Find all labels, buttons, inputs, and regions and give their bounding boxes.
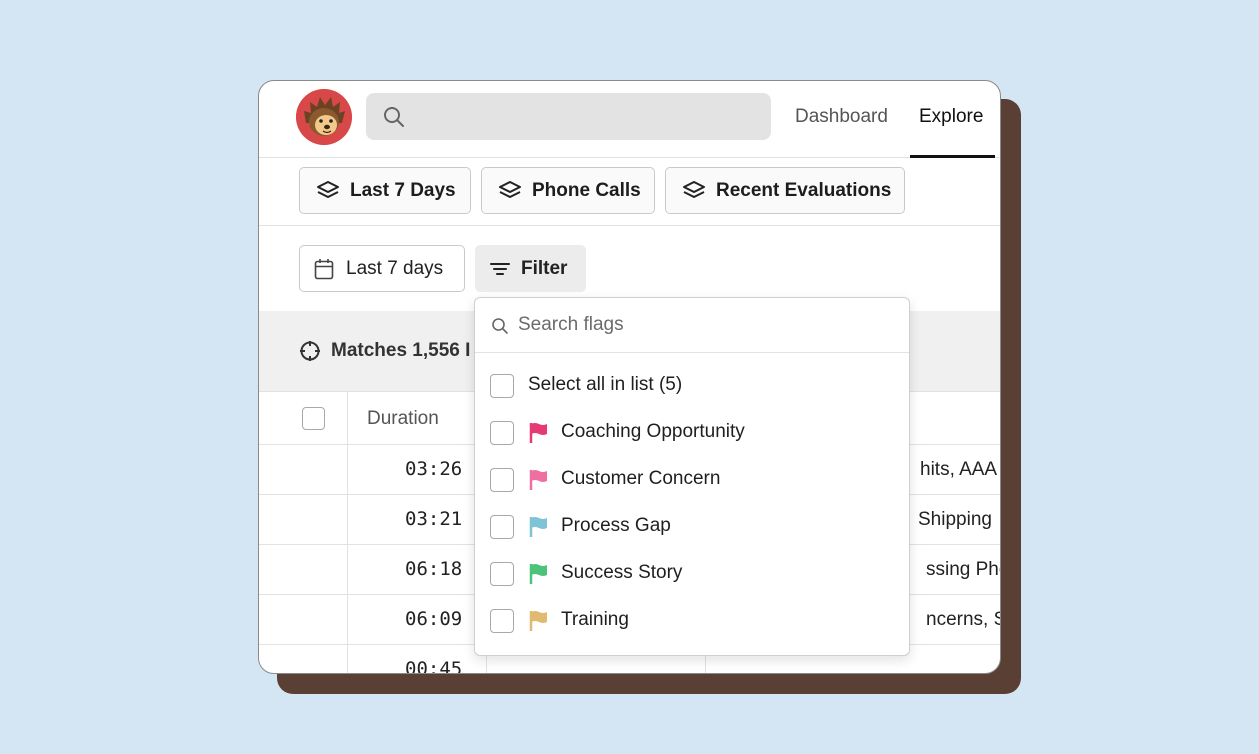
avatar[interactable] — [296, 89, 352, 145]
global-search-input[interactable] — [366, 93, 771, 140]
flag-search-input[interactable]: Search flags — [475, 298, 909, 353]
search-icon — [492, 318, 508, 334]
view-label: Last 7 Days — [350, 179, 456, 201]
flag-checkbox[interactable] — [490, 468, 514, 492]
flag-option-training[interactable]: Training — [475, 598, 909, 645]
flag-label: Customer Concern — [561, 468, 721, 489]
select-all-checkbox[interactable] — [490, 374, 514, 398]
nav-dashboard[interactable]: Dashboard — [795, 81, 888, 158]
search-icon — [384, 107, 404, 127]
duration-cell: 03:26 — [405, 458, 463, 480]
column-divider — [347, 392, 348, 673]
flag-icon — [529, 564, 547, 584]
layers-icon — [683, 180, 705, 198]
calendar-icon — [314, 258, 334, 279]
flag-label: Coaching Opportunity — [561, 421, 745, 442]
top-bar: Dashboard Explore — [259, 81, 1000, 158]
column-header-duration: Duration — [367, 408, 439, 429]
flag-icon — [529, 423, 547, 443]
select-all-rows-checkbox[interactable] — [302, 407, 325, 430]
flag-checkbox[interactable] — [490, 421, 514, 445]
duration-cell: 06:09 — [405, 608, 463, 630]
view-label: Recent Evaluations — [716, 179, 892, 201]
flag-label: Process Gap — [561, 515, 671, 536]
duration-cell: 06:18 — [405, 558, 463, 580]
flag-search-placeholder: Search flags — [518, 314, 624, 335]
flag-label: Training — [561, 609, 629, 630]
saved-views-bar: Last 7 Days Phone Calls Recent Evaluatio… — [259, 158, 1000, 226]
matches-count: Matches 1,556 I — [331, 340, 471, 361]
flag-option-customer-concern[interactable]: Customer Concern — [475, 457, 909, 504]
duration-cell: 00:45 — [405, 658, 463, 674]
flag-checkbox[interactable] — [490, 562, 514, 586]
flag-icon — [529, 470, 547, 490]
select-all-flags-option[interactable]: Select all in list (5) — [475, 363, 909, 410]
flag-checkbox[interactable] — [490, 515, 514, 539]
flag-label: Success Story — [561, 562, 683, 583]
view-last-7-days[interactable]: Last 7 Days — [299, 167, 471, 214]
tags-cell: ssing Photo — [926, 559, 1000, 580]
date-range-button[interactable]: Last 7 days — [299, 245, 465, 292]
flag-option-coaching-opportunity[interactable]: Coaching Opportunity — [475, 410, 909, 457]
date-range-label: Last 7 days — [346, 257, 444, 279]
duration-cell: 03:21 — [405, 508, 463, 530]
flag-option-process-gap[interactable]: Process Gap — [475, 504, 909, 551]
flag-checkbox[interactable] — [490, 609, 514, 633]
hedgehog-logo-icon — [296, 89, 352, 145]
tags-cell: ncerns, Shi — [926, 609, 1000, 630]
layers-icon — [317, 180, 339, 198]
view-recent-evaluations[interactable]: Recent Evaluations — [665, 167, 905, 214]
filter-button[interactable]: Filter — [475, 245, 586, 292]
flag-icon — [529, 517, 547, 537]
crosshair-icon — [300, 341, 320, 361]
filter-icon — [490, 262, 510, 275]
filter-label: Filter — [521, 257, 568, 279]
flag-icon — [529, 611, 547, 631]
tags-cell: hits, AAA D — [920, 459, 1000, 480]
view-label: Phone Calls — [532, 179, 641, 201]
layers-icon — [499, 180, 521, 198]
view-phone-calls[interactable]: Phone Calls — [481, 167, 655, 214]
select-all-label: Select all in list (5) — [528, 374, 683, 395]
nav-explore[interactable]: Explore — [919, 81, 983, 158]
flag-filter-dropdown: Search flags Select all in list (5) Coac… — [474, 297, 910, 656]
flag-option-success-story[interactable]: Success Story — [475, 551, 909, 598]
tags-cell: Shipping — [918, 509, 992, 530]
